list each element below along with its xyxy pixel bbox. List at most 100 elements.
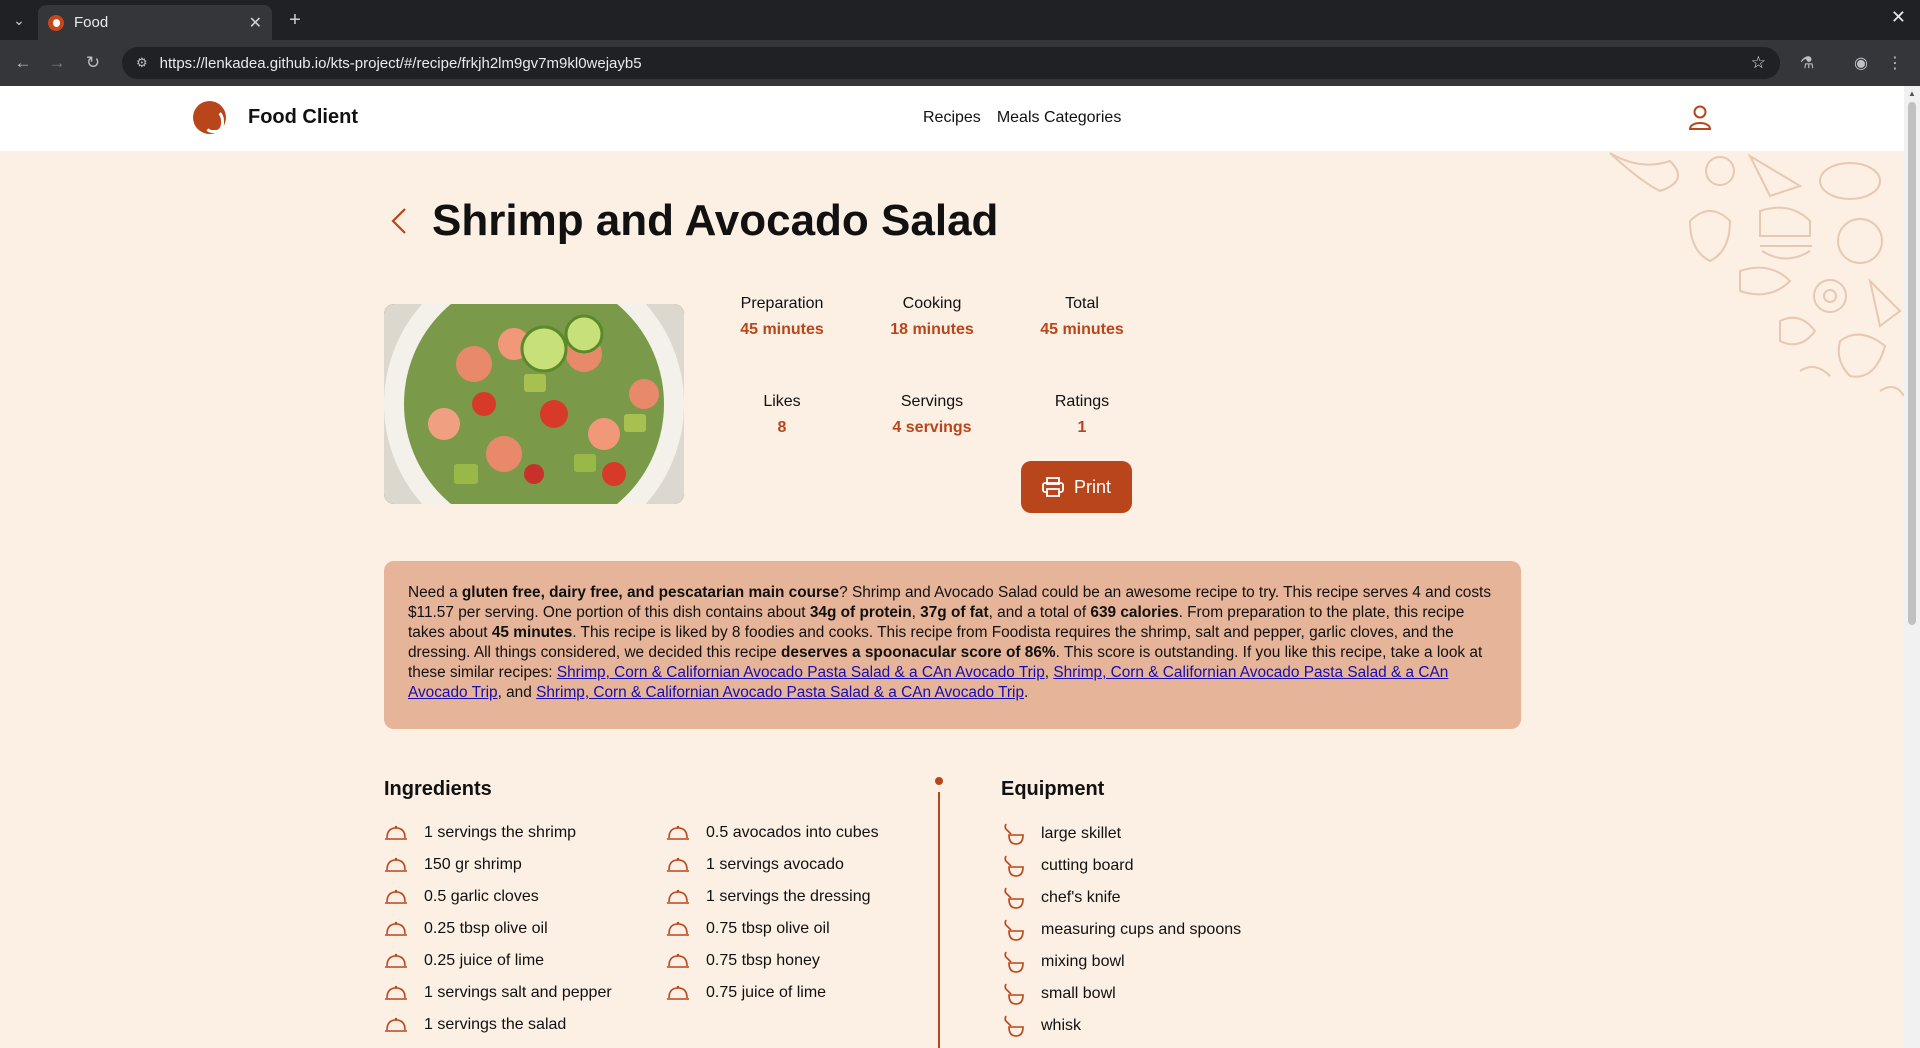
summary-text: , — [911, 604, 921, 621]
ingredient-item-text: 0.5 garlic cloves — [424, 888, 539, 905]
cloche-icon — [385, 889, 407, 904]
stat-label: Preparation — [740, 295, 824, 312]
summary-bold: 45 minutes — [491, 624, 573, 641]
summary-bold: 37g of fat — [920, 604, 989, 621]
ladle-icon — [1004, 951, 1024, 973]
stat-label: Ratings — [1054, 393, 1110, 410]
summary-text: . — [1024, 684, 1029, 701]
user-icon[interactable] — [1688, 104, 1712, 130]
ladle-icon — [1004, 887, 1024, 909]
stat-label: Servings — [900, 393, 964, 410]
equipment-item: measuring cups and spoons — [1001, 918, 1241, 942]
stat-value: 18 minutes — [890, 321, 974, 338]
ladle-icon — [1004, 855, 1024, 877]
stat-label: Likes — [763, 393, 801, 410]
summary-bold: 34g of protein — [809, 604, 912, 621]
ingredient-item-text: 0.75 tbsp honey — [706, 952, 820, 969]
recipe-title: Shrimp and Avocado Salad — [432, 196, 999, 245]
print-button[interactable]: Print — [1021, 461, 1132, 513]
ladle-icon — [1004, 1015, 1024, 1037]
site-header: Food Client Recipes Meals Categories — [0, 86, 1904, 151]
tab-search-chevron-icon[interactable]: ⌄ — [6, 8, 32, 32]
cloche-icon — [385, 985, 407, 1000]
ingredient-item: 0.75 tbsp honey — [666, 952, 820, 970]
stat-servings: Servings 4 servings — [862, 393, 1002, 437]
scroll-up-arrow-icon[interactable]: ▲ — [1908, 89, 1916, 98]
ingredient-item: 0.25 tbsp olive oil — [384, 920, 548, 938]
section-divider-dot — [935, 777, 943, 785]
stat-label: Cooking — [902, 295, 962, 312]
site-info-icon[interactable]: ⚙ — [136, 55, 148, 71]
summary-bold: deserves a spoonacular score of 86% — [781, 644, 1056, 661]
stat-value: 8 — [777, 419, 787, 436]
food-doodles-decoration — [1609, 152, 1904, 397]
window-close-icon[interactable]: ✕ — [1891, 7, 1906, 28]
summary-text: , and a total of — [988, 604, 1091, 621]
ingredient-item-text: 0.5 avocados into cubes — [706, 824, 879, 841]
ingredient-item-text: 1 servings salt and pepper — [424, 984, 612, 1001]
summary-bold: gluten free, dairy free, and pescatarian… — [461, 584, 840, 601]
printer-icon — [1042, 477, 1064, 497]
cloche-icon — [667, 889, 689, 904]
labs-flask-icon[interactable]: ⚗ — [1794, 50, 1820, 76]
equipment-item: mixing bowl — [1001, 950, 1125, 974]
ingredient-item: 1 servings the shrimp — [384, 824, 576, 842]
ingredient-item-text: 0.25 juice of lime — [424, 952, 545, 969]
cloche-icon — [385, 921, 407, 936]
equipment-item-text: cutting board — [1041, 857, 1134, 874]
similar-recipe-link[interactable]: Shrimp, Corn & Californian Avocado Pasta… — [557, 664, 1045, 681]
scroll-thumb[interactable] — [1908, 102, 1916, 625]
similar-recipe-link[interactable]: Shrimp, Corn & Californian Avocado Pasta… — [536, 684, 1024, 701]
ingredient-item: 0.75 juice of lime — [666, 984, 826, 1002]
stat-preparation: Preparation 45 minutes — [712, 295, 852, 339]
stat-value: 45 minutes — [1040, 321, 1124, 338]
address-bar[interactable]: ⚙ https://lenkadea.github.io/kts-project… — [122, 47, 1780, 79]
bookmark-star-icon[interactable]: ☆ — [1751, 53, 1766, 73]
food-client-logo-icon[interactable] — [193, 101, 226, 134]
ingredient-item-text: 1 servings the salad — [424, 1016, 567, 1033]
ingredient-item: 0.75 tbsp olive oil — [666, 920, 830, 938]
tab-title: Food — [74, 14, 109, 31]
cloche-icon — [667, 953, 689, 968]
back-chevron-icon[interactable] — [390, 206, 408, 236]
stat-ratings: Ratings 1 — [1012, 393, 1152, 437]
ingredient-item-text: 1 servings the dressing — [706, 888, 871, 905]
cloche-icon — [667, 857, 689, 872]
ingredient-item: 0.25 juice of lime — [384, 952, 544, 970]
url-text: https://lenkadea.github.io/kts-project/#… — [159, 54, 642, 72]
tab-close-icon[interactable]: ✕ — [249, 13, 262, 33]
cloche-icon — [385, 857, 407, 872]
browser-tab[interactable]: Food ✕ — [38, 5, 272, 40]
ingredient-item-text: 0.25 tbsp olive oil — [424, 920, 548, 937]
stat-cooking: Cooking 18 minutes — [862, 295, 1002, 339]
ingredient-item: 0.5 garlic cloves — [384, 888, 539, 906]
brand-name[interactable]: Food Client — [248, 106, 358, 129]
menu-dots-icon[interactable]: ⋮ — [1882, 50, 1908, 76]
recipe-photo — [384, 304, 684, 504]
nav-recipes[interactable]: Recipes — [923, 109, 981, 127]
forward-arrow-icon[interactable]: → — [44, 50, 70, 76]
ingredient-item: 1 servings the dressing — [666, 888, 871, 906]
equipment-title: Equipment — [1001, 778, 1105, 800]
tab-favicon-icon — [48, 14, 64, 31]
recipe-summary: Need a gluten free, dairy free, and pesc… — [384, 561, 1521, 729]
stat-value: 4 servings — [892, 419, 972, 436]
equipment-item-text: large skillet — [1041, 825, 1122, 842]
nav-meals-categories[interactable]: Meals Categories — [997, 109, 1122, 127]
stat-total: Total 45 minutes — [1012, 295, 1152, 339]
reload-icon[interactable]: ↻ — [80, 50, 106, 76]
ingredient-item: 1 servings salt and pepper — [384, 984, 612, 1002]
equipment-item: small bowl — [1001, 982, 1116, 1006]
equipment-item: large skillet — [1001, 822, 1121, 846]
browser-toolbar: ← → ↻ ⚙ https://lenkadea.github.io/kts-p… — [0, 40, 1920, 86]
ingredient-item: 0.5 avocados into cubes — [666, 824, 879, 842]
profile-icon[interactable]: ◉ — [1848, 50, 1874, 76]
new-tab-plus-icon[interactable]: + — [282, 8, 308, 32]
back-arrow-icon[interactable]: ← — [10, 50, 36, 76]
page-scrollbar[interactable]: ▲ — [1904, 86, 1920, 1048]
section-divider-line — [938, 792, 940, 1048]
ingredient-item-text: 1 servings avocado — [706, 856, 844, 873]
stat-label: Total — [1065, 295, 1099, 312]
equipment-item: chef's knife — [1001, 886, 1121, 910]
equipment-item: whisk — [1001, 1014, 1081, 1038]
